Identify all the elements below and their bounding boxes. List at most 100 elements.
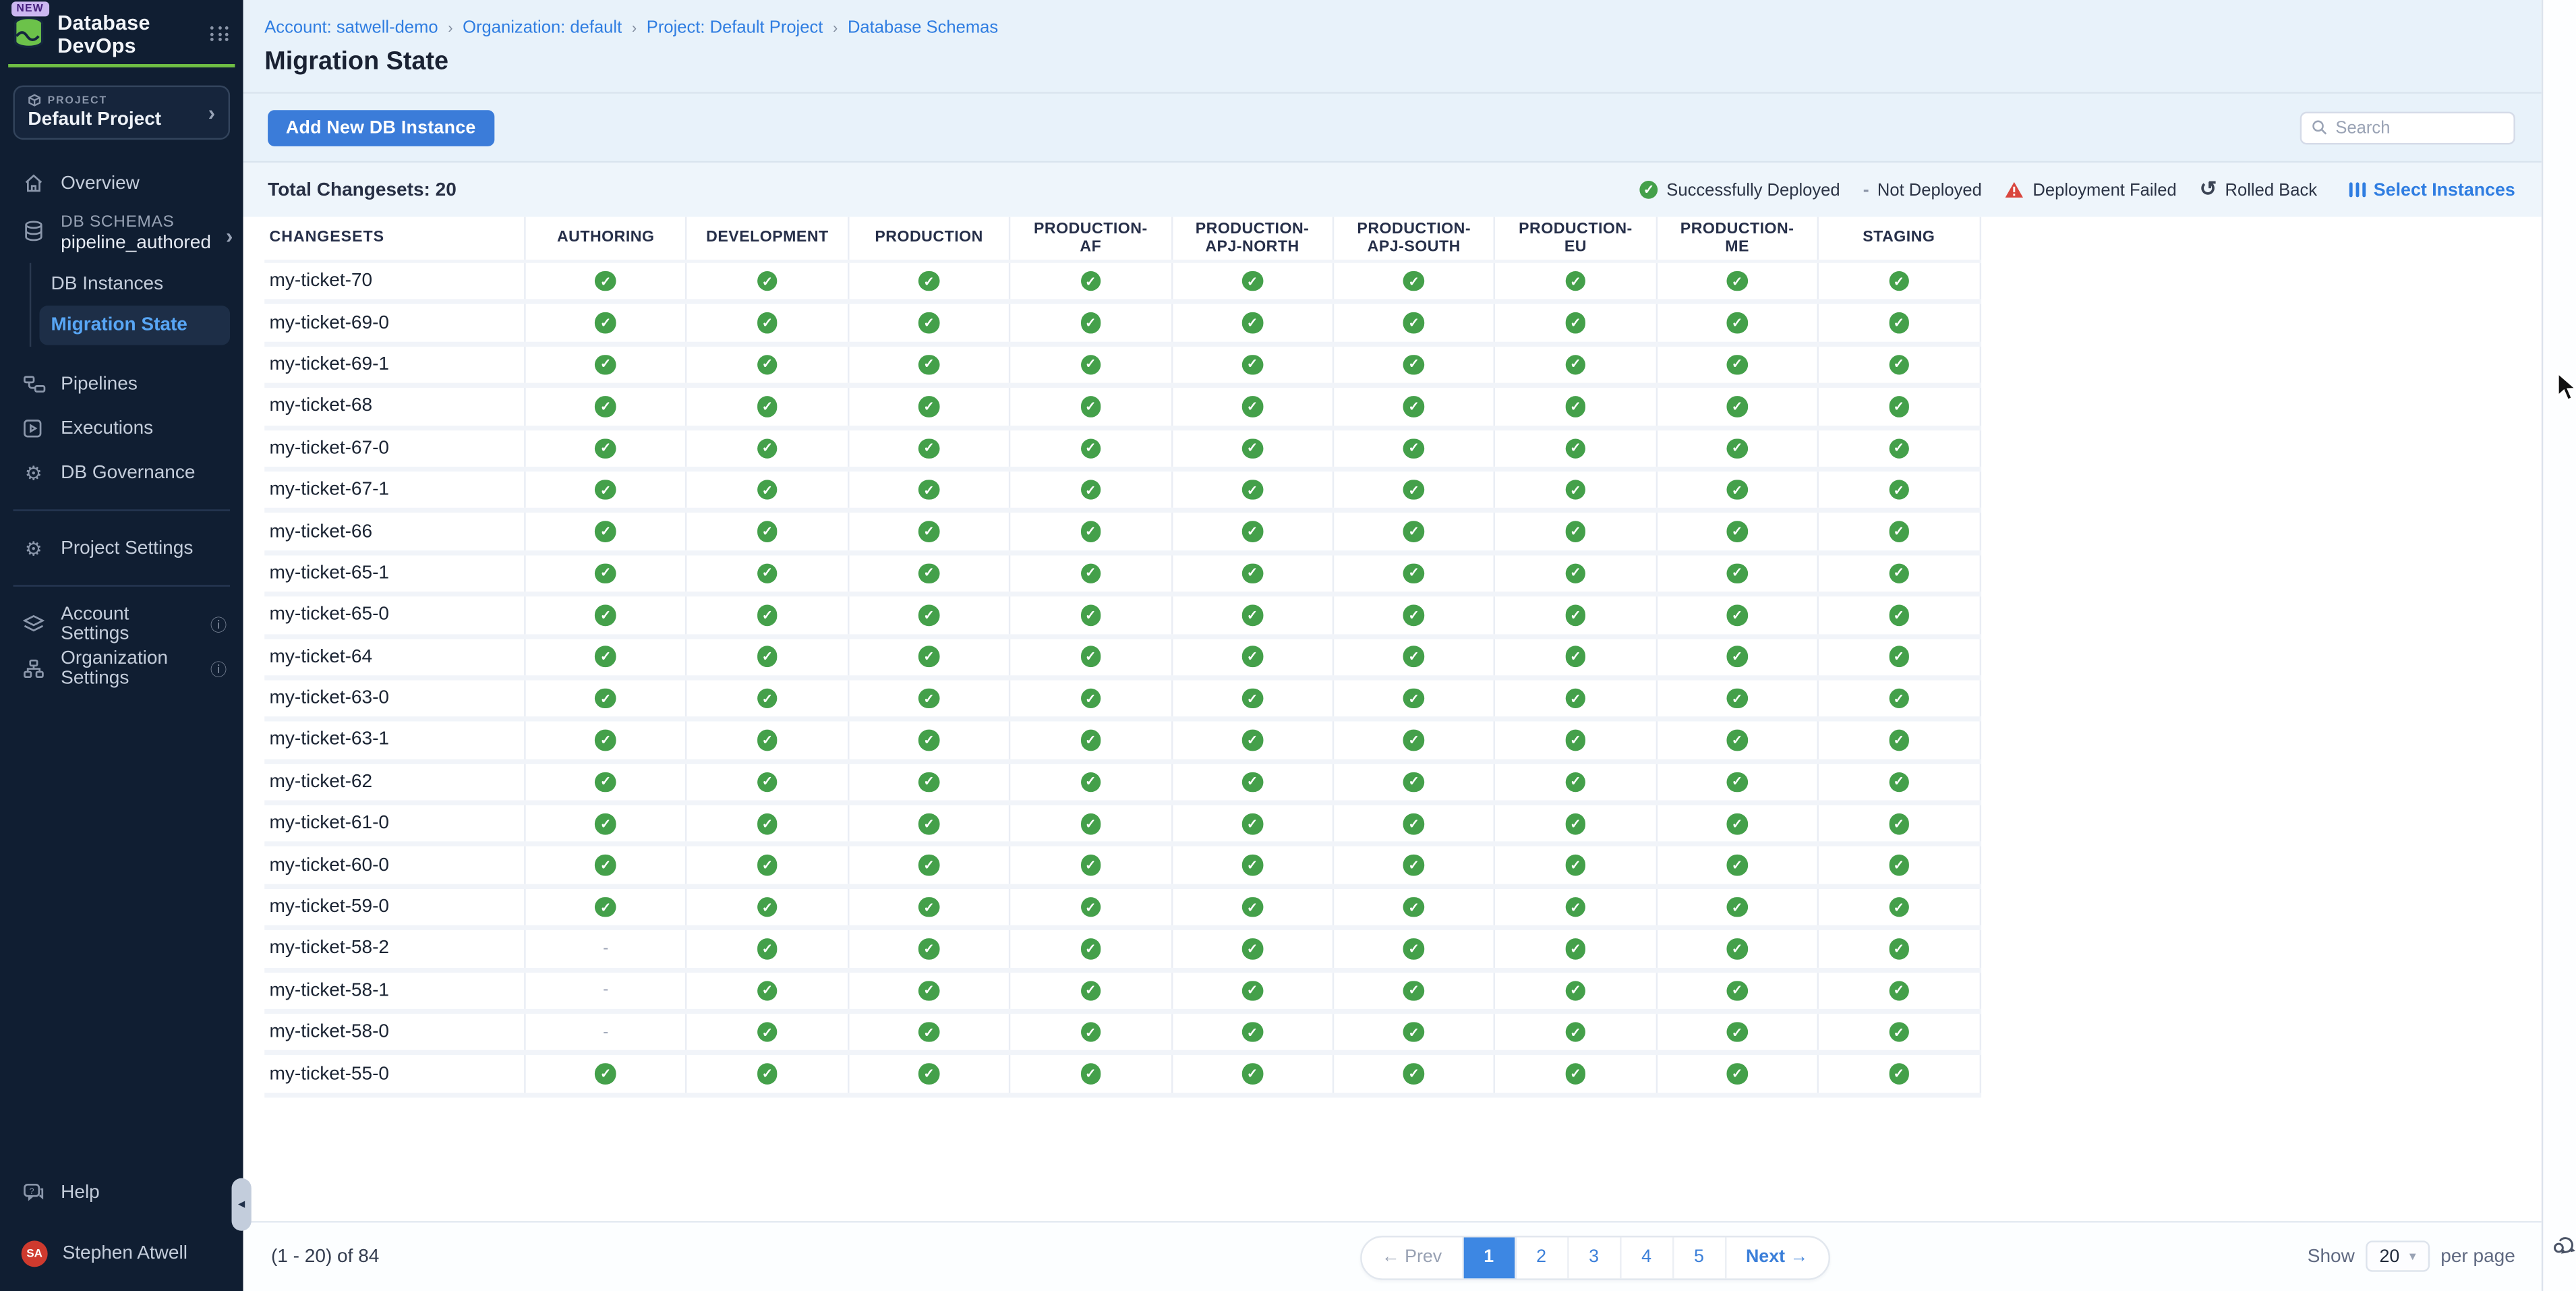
sidebar-item-db-instances[interactable]: DB Instances [39,264,230,304]
status-cell: ✓ [1658,639,1819,676]
deployed-check-icon: ✓ [1639,180,1658,199]
deployed-check-icon: ✓ [1889,1064,1909,1084]
sidebar-item-executions[interactable]: Executions [0,406,243,451]
deployed-check-icon: ✓ [1403,271,1424,291]
status-cell: ✓ [1011,764,1173,801]
deployed-check-icon: ✓ [1889,521,1909,542]
chevron-right-icon: › [226,225,233,253]
deployed-check-icon: ✓ [1080,897,1101,917]
deployed-check-icon: ✓ [1727,897,1747,917]
breadcrumb-separator: › [448,20,452,36]
sidebar-item-account-settings[interactable]: Account Settings ⓘ [0,602,243,646]
select-instances-button[interactable]: Select Instances [2350,180,2515,200]
deployed-check-icon: ✓ [1727,1022,1747,1042]
status-cell: ✓ [687,597,849,634]
deployed-check-icon: ✓ [1242,355,1262,375]
changeset-name: my-ticket-63-0 [264,680,525,717]
status-cell: ✓ [1172,639,1334,676]
deployed-check-icon: ✓ [1080,813,1101,834]
status-cell: ✓ [687,680,849,717]
deployed-check-icon: ✓ [918,521,939,542]
database-devops-logo-icon [11,16,46,57]
avatar: SA [22,1241,48,1267]
breadcrumb-link-database-schemas[interactable]: Database Schemas [848,18,998,38]
deployed-check-icon: ✓ [1242,897,1262,917]
status-cell: ✓ [1496,722,1658,759]
page-button-5[interactable]: 5 [1674,1237,1726,1278]
legend-label: Deployment Failed [2032,180,2176,200]
info-icon[interactable]: ⓘ [210,611,227,636]
changeset-name: my-ticket-60-0 [264,847,525,884]
status-cell: ✓ [849,597,1011,634]
deployed-check-icon: ✓ [1889,730,1909,750]
search-input[interactable] [2335,117,2503,137]
deployed-check-icon: ✓ [1565,480,1585,500]
feedback-chat-icon[interactable] [2551,1232,2576,1265]
deployed-check-icon: ✓ [1242,271,1262,291]
status-cell: ✓ [1819,931,1981,968]
status-cell: ✓ [849,1056,1011,1093]
account-layers-icon [22,614,47,633]
sidebar-item-project-settings[interactable]: ⚙ Project Settings [0,526,243,571]
deployed-check-icon: ✓ [757,313,778,333]
deployed-check-icon: ✓ [1403,897,1424,917]
status-cell: ✓ [526,597,688,634]
user-menu[interactable]: SA Stephen Atwell [0,1232,243,1276]
breadcrumb-link-project-default-project[interactable]: Project: Default Project [647,18,823,38]
status-cell: ✓ [1011,430,1173,467]
sidebar-item-organization-settings[interactable]: Organization Settings ⓘ [0,646,243,690]
info-icon[interactable]: ⓘ [210,656,227,681]
status-cell: ✓ [526,1056,688,1093]
status-cell: ✓ [1011,513,1173,550]
sidebar-collapse-handle[interactable]: ◄ [232,1178,252,1231]
sidebar-item-overview[interactable]: Overview [0,161,243,206]
not-deployed-dash: - [603,1023,608,1041]
status-cell: ✓ [526,388,688,425]
deployed-check-icon: ✓ [1403,1022,1424,1042]
project-selector[interactable]: PROJECT Default Project › [13,86,230,140]
deployed-check-icon: ✓ [757,813,778,834]
deployed-check-icon: ✓ [1242,730,1262,750]
sidebar-item-migration-state[interactable]: Migration State [39,306,230,345]
status-cell: ✓ [1172,471,1334,509]
status-cell: ✓ [1496,1014,1658,1051]
status-cell: ✓ [849,430,1011,467]
status-cell: ✓ [526,305,688,342]
column-header-production-af: PRODUCTION-AF [1011,217,1173,260]
deployed-check-icon: ✓ [1565,980,1585,1000]
page-button-4[interactable]: 4 [1621,1237,1674,1278]
status-cell: ✓ [1172,388,1334,425]
deployed-check-icon: ✓ [1242,980,1262,1000]
sidebar-item-pipelines[interactable]: Pipelines [0,362,243,406]
app-switcher-icon[interactable] [210,26,230,41]
status-cell: ✓ [1658,764,1819,801]
sidebar-item-help[interactable]: ? Help [0,1171,243,1215]
table-body: my-ticket-70✓✓✓✓✓✓✓✓✓my-ticket-69-0✓✓✓✓✓… [264,263,1981,1097]
deployed-check-icon: ✓ [1727,688,1747,708]
breadcrumb-link-organization-default[interactable]: Organization: default [463,18,622,38]
status-cell: ✓ [1819,722,1981,759]
status-cell: ✓ [1011,555,1173,592]
next-page-button[interactable]: Next → [1726,1237,1828,1278]
page-button-1[interactable]: 1 [1463,1237,1516,1278]
deployed-check-icon: ✓ [1727,647,1747,667]
page-button-3[interactable]: 3 [1569,1237,1621,1278]
status-cell: ✓ [1819,471,1981,509]
deployed-check-icon: ✓ [595,647,616,667]
sidebar-item-db-governance[interactable]: ⚙ DB Governance [0,451,243,495]
deployed-check-icon: ✓ [1727,730,1747,750]
rolled-back-icon: ↺ [2200,179,2217,200]
deployed-check-icon: ✓ [1242,313,1262,333]
table-row-my-ticket-68: my-ticket-68✓✓✓✓✓✓✓✓✓ [264,388,1981,430]
column-header-authoring: AUTHORING [526,217,688,260]
add-new-db-instance-button[interactable]: Add New DB Instance [268,109,494,146]
page-size-select[interactable]: 20 ▾ [2366,1241,2429,1272]
search-box[interactable] [2300,111,2515,144]
status-cell: ✓ [1011,347,1173,384]
sidebar-group-db-schemas[interactable]: DB SCHEMAS pipeline_authored › [0,210,243,253]
page-button-2[interactable]: 2 [1516,1237,1569,1278]
breadcrumb-link-account-satwell-demo[interactable]: Account: satwell-demo [264,18,438,38]
deployed-check-icon: ✓ [918,563,939,583]
prev-page-button[interactable]: ← Prev [1362,1237,1463,1278]
status-cell: ✓ [1496,430,1658,467]
